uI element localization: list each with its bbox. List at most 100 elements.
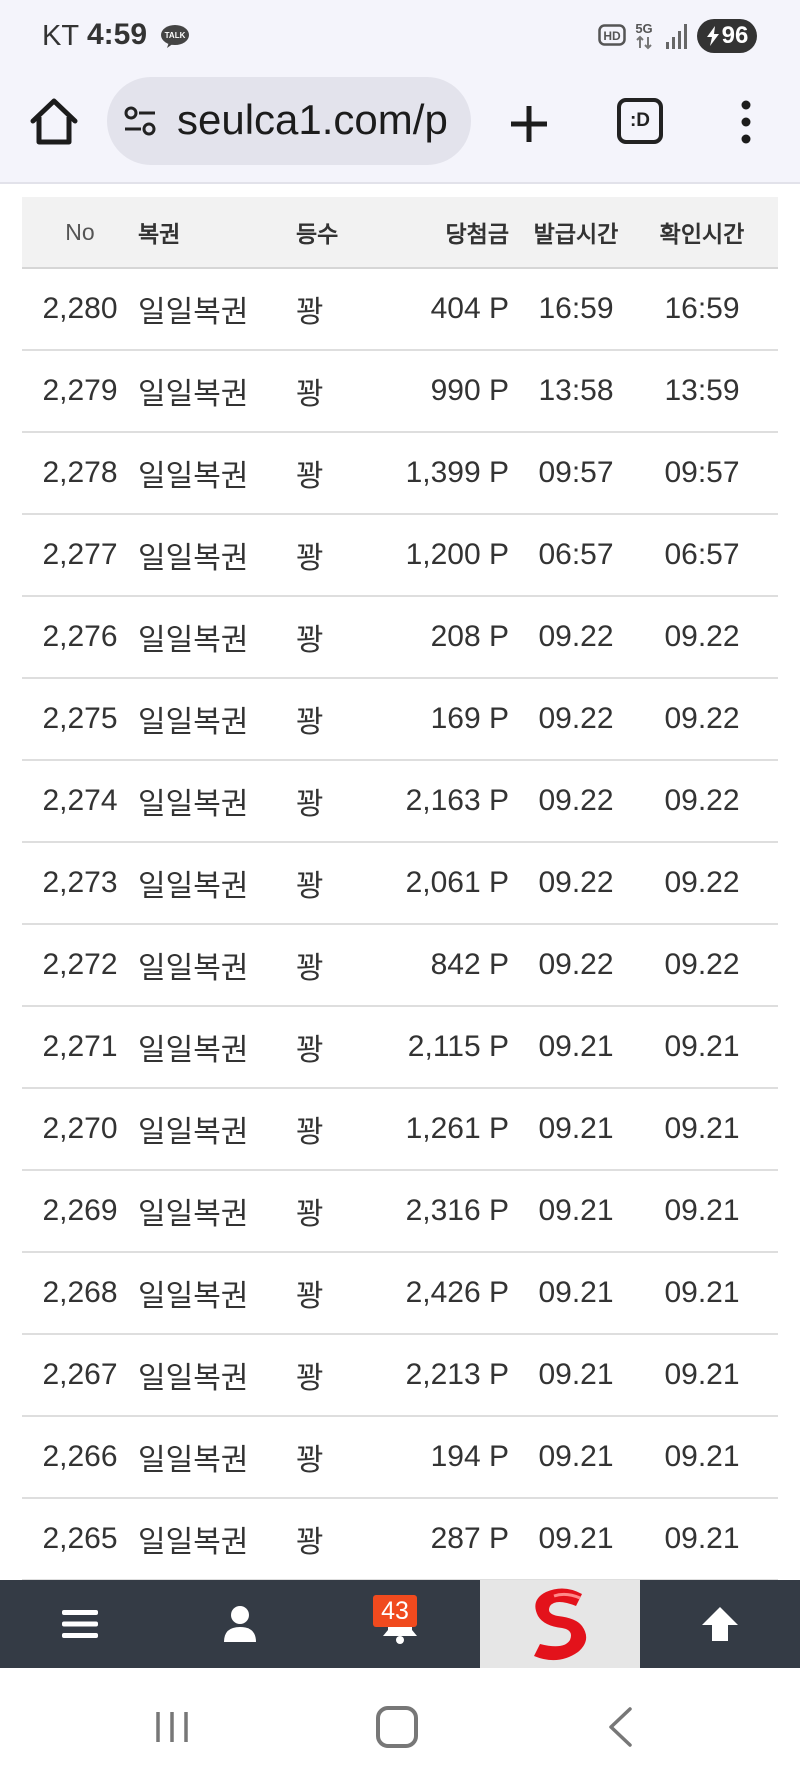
clock: 4:59 (87, 18, 148, 51)
cell-checked: 09.21 (664, 1030, 740, 1063)
table-row: 2,277 일일복권 꽝 1,200 P 06:57 06:57 (22, 515, 778, 597)
tab-switcher-button[interactable]: :D (617, 98, 663, 144)
scroll-top-button[interactable] (640, 1580, 800, 1668)
cell-checked: 09.21 (664, 1440, 740, 1473)
cell-rank: 꽝 (296, 1198, 324, 1231)
network-label: 5G (635, 21, 652, 36)
notification-badge: 43 (373, 1595, 417, 1627)
carrier-label: KT (42, 20, 80, 52)
cell-rank: 꽝 (296, 1116, 324, 1149)
table-row: 2,268 일일복권 꽝 2,426 P 09.21 09.21 (22, 1253, 778, 1335)
cell-checked: 09.22 (664, 948, 740, 981)
cell-issued: 09.22 (538, 948, 614, 981)
cell-no: 2,265 (42, 1522, 118, 1555)
header-issued: 발급시간 (533, 221, 619, 247)
cell-amount: 2,316 P (405, 1194, 509, 1227)
menu-icon (62, 1610, 98, 1638)
site-logo-button[interactable] (480, 1580, 640, 1668)
cell-issued: 09.21 (538, 1440, 614, 1473)
table-row: 2,266 일일복권 꽝 194 P 09.21 09.21 (22, 1417, 778, 1499)
cell-name: 일일복권 (138, 788, 249, 821)
cell-rank: 꽝 (296, 1280, 324, 1313)
cell-no: 2,274 (42, 784, 118, 817)
table-row: 2,269 일일복권 꽝 2,316 P 09.21 09.21 (22, 1171, 778, 1253)
cell-no: 2,272 (42, 948, 118, 981)
table-row: 2,275 일일복권 꽝 169 P 09.22 09.22 (22, 679, 778, 761)
hd-voice-icon: HD (598, 24, 626, 46)
cell-rank: 꽝 (296, 1362, 324, 1395)
header-amount: 당첨금 (445, 221, 509, 247)
cell-name: 일일복권 (138, 1362, 249, 1395)
cell-amount: 2,061 P (405, 866, 509, 899)
cell-name: 일일복권 (138, 1526, 249, 1559)
cell-no: 2,266 (42, 1440, 118, 1473)
cell-no: 2,277 (42, 538, 118, 571)
more-options-icon[interactable] (732, 98, 760, 146)
charging-bolt-icon (706, 26, 719, 46)
cell-checked: 06:57 (664, 538, 740, 571)
cell-name: 일일복권 (138, 542, 249, 575)
table-row: 2,271 일일복권 꽝 2,115 P 09.21 09.21 (22, 1007, 778, 1089)
table-row: 2,272 일일복권 꽝 842 P 09.22 09.22 (22, 925, 778, 1007)
nav-menu-button[interactable] (0, 1580, 160, 1668)
cell-rank: 꽝 (296, 870, 324, 903)
cell-amount: 2,163 P (405, 784, 509, 817)
cell-rank: 꽝 (296, 624, 324, 657)
cell-checked: 09:57 (664, 456, 740, 489)
system-home-icon[interactable] (376, 1706, 418, 1748)
site-settings-icon[interactable] (123, 105, 157, 137)
address-bar[interactable]: seulca1.com/p (107, 77, 471, 165)
status-bar: KT 4:59 TALK HD 5G 96 (0, 0, 800, 72)
cell-checked: 16:59 (664, 292, 740, 325)
cell-rank: 꽝 (296, 296, 324, 329)
cell-rank: 꽝 (296, 706, 324, 739)
cell-amount: 169 P (430, 702, 509, 735)
cell-no: 2,280 (42, 292, 118, 325)
system-back-icon[interactable] (606, 1706, 634, 1748)
talk-label: TALK (165, 31, 186, 40)
cell-rank: 꽝 (296, 1034, 324, 1067)
header-no: No (65, 218, 95, 245)
network-5g-icon: 5G (635, 21, 653, 50)
cell-checked: 09.22 (664, 784, 740, 817)
table-row: 2,278 일일복권 꽝 1,399 P 09:57 09:57 (22, 433, 778, 515)
cell-issued: 09.21 (538, 1030, 614, 1063)
header-rank: 등수 (296, 221, 339, 247)
cell-rank: 꽝 (296, 378, 324, 411)
signal-strength-icon (666, 24, 687, 49)
user-icon (224, 1606, 256, 1642)
url-text[interactable]: seulca1.com/p (177, 94, 459, 146)
table-row: 2,267 일일복권 꽝 2,213 P 09.21 09.21 (22, 1335, 778, 1417)
cell-issued: 09.21 (538, 1522, 614, 1555)
cell-issued: 09.21 (538, 1112, 614, 1145)
site-logo (534, 1588, 587, 1661)
cell-amount: 990 P (430, 374, 509, 407)
cell-amount: 842 P (430, 948, 509, 981)
cell-rank: 꽝 (296, 460, 324, 493)
table-body: 2,280 일일복권 꽝 404 P 16:59 16:59 2,279 일일복권 꽝 990 P… (22, 269, 778, 1581)
cell-no: 2,278 (42, 456, 118, 489)
cell-no: 2,273 (42, 866, 118, 899)
cell-issued: 09:57 (538, 456, 614, 489)
cell-issued: 16:59 (538, 292, 614, 325)
cell-no: 2,275 (42, 702, 118, 735)
new-tab-icon[interactable] (505, 100, 553, 148)
cell-rank: 꽝 (296, 1526, 324, 1559)
home-icon[interactable] (28, 96, 80, 148)
battery-level: 96 (721, 22, 749, 49)
recent-apps-icon[interactable] (152, 1708, 192, 1746)
cell-checked: 09.21 (664, 1194, 740, 1227)
table-row: 2,270 일일복권 꽝 1,261 P 09.21 09.21 (22, 1089, 778, 1171)
hd-label: HD (603, 29, 621, 43)
cell-name: 일일복권 (138, 624, 249, 657)
nav-user-button[interactable] (160, 1580, 320, 1668)
cell-amount: 194 P (430, 1440, 509, 1473)
cell-issued: 09.22 (538, 784, 614, 817)
cell-amount: 1,399 P (405, 456, 509, 489)
table-row: 2,280 일일복권 꽝 404 P 16:59 16:59 (22, 269, 778, 351)
kakaotalk-icon: TALK (161, 25, 189, 48)
cell-no: 2,268 (42, 1276, 118, 1309)
cell-issued: 06:57 (538, 538, 614, 571)
header-checked: 확인시간 (659, 221, 745, 247)
cell-amount: 404 P (430, 292, 509, 325)
